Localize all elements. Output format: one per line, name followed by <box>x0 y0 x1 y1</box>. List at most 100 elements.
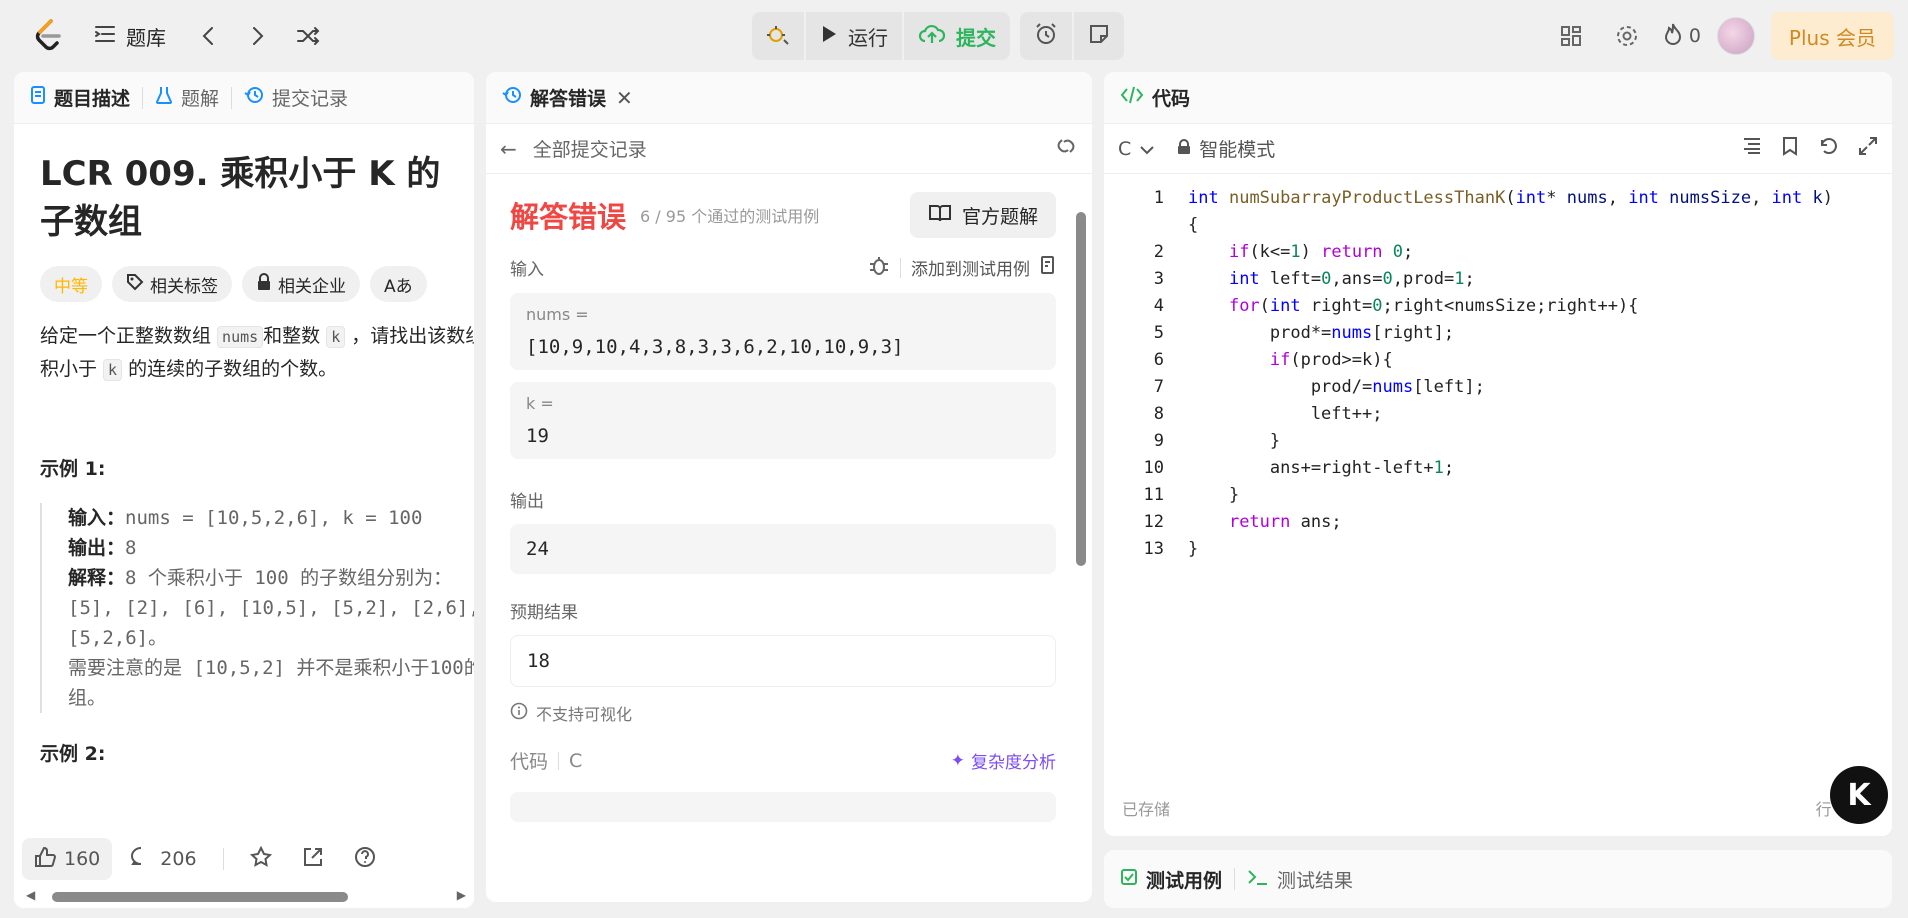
tab-code-label: 代码 <box>1152 88 1191 110</box>
code-tab-header: 代码 <box>1104 72 1892 124</box>
layout-grid-icon[interactable] <box>1551 16 1591 56</box>
tag-icon <box>126 273 144 296</box>
next-problem-icon[interactable] <box>238 16 278 56</box>
desc-text: 给定一个正整数数组 <box>40 325 218 347</box>
code-brackets-icon <box>1120 85 1144 110</box>
scroll-left-icon[interactable]: ◀ <box>26 888 35 902</box>
comments-button[interactable]: 206 <box>118 846 208 873</box>
complexity-analysis-button[interactable]: ✦ 复杂度分析 <box>951 748 1056 774</box>
link-icon[interactable] <box>1054 136 1078 161</box>
note-icon <box>1088 23 1110 50</box>
assistant-k-icon[interactable]: K <box>1830 766 1888 824</box>
scroll-right-icon[interactable]: ▶ <box>457 888 466 902</box>
shuffle-icon[interactable] <box>288 16 328 56</box>
line-number: 12 <box>1143 512 1164 532</box>
bookmark-icon[interactable] <box>1782 136 1798 161</box>
timer-button[interactable] <box>1020 12 1072 60</box>
official-solution-button[interactable]: 官方题解 <box>909 192 1056 238</box>
terminal-icon <box>1247 868 1269 891</box>
submit-button[interactable]: 提交 <box>904 12 1010 60</box>
share-button[interactable] <box>290 846 336 873</box>
tab-test-results[interactable]: 测试结果 <box>1247 866 1353 893</box>
desc-text: ，请找出该数组内乘 <box>351 325 474 347</box>
expected-label: 预期结果 <box>510 603 578 623</box>
document-icon <box>30 85 46 110</box>
tab-description[interactable]: 题目描述 <box>30 84 130 111</box>
output-box: 24 <box>510 524 1056 574</box>
line-number: 4 <box>1153 296 1164 316</box>
related-companies-button[interactable]: 相关企业 <box>242 266 360 302</box>
back-bar: ← 全部提交记录 <box>486 124 1092 174</box>
plus-membership-button[interactable]: Plus 会员 <box>1770 12 1894 60</box>
debug-bug-icon <box>766 22 790 51</box>
back-arrow-icon[interactable]: ← <box>500 137 517 161</box>
scrollbar-thumb[interactable] <box>52 892 348 902</box>
tab-test-results-label: 测试结果 <box>1277 869 1354 892</box>
difficulty-badge[interactable]: 中等 <box>40 266 102 302</box>
tab-submissions[interactable]: 提交记录 <box>244 84 348 111</box>
help-button[interactable] <box>342 846 388 873</box>
line-number: 1 <box>1153 188 1164 208</box>
notes-button[interactable] <box>1074 12 1124 60</box>
run-button[interactable]: 运行 <box>806 12 902 60</box>
tab-solutions[interactable]: 题解 <box>155 84 219 111</box>
all-submissions-link[interactable]: 全部提交记录 <box>533 135 647 162</box>
vertical-scrollbar[interactable] <box>1076 190 1086 890</box>
expected-value: 18 <box>527 650 550 672</box>
saved-status: 已存储 <box>1122 800 1171 819</box>
code-editor-panel: 代码 C 智能模式 1 int numSubarrayProductLessTh… <box>1104 72 1892 836</box>
example-explain-text: [5], [2], [6], [10,5], [5,2], [2,6], [5,… <box>68 597 474 619</box>
related-tags-label: 相关标签 <box>150 276 218 297</box>
complexity-label: 复杂度分析 <box>971 753 1056 773</box>
example-note-text: 需要注意的是 [10,5,2] 并不是乘积小于100的子数 <box>68 657 474 679</box>
format-align-icon[interactable] <box>1742 136 1762 161</box>
flask-icon <box>155 85 173 110</box>
debug-bug-icon[interactable] <box>868 254 890 281</box>
code-line: prod/=nums[left]; <box>1188 377 1485 397</box>
related-tags-button[interactable]: 相关标签 <box>112 266 232 302</box>
testcase-panel: 测试用例 测试结果 <box>1104 850 1892 908</box>
prev-problem-icon[interactable] <box>188 16 228 56</box>
star-icon <box>249 845 272 873</box>
reset-icon[interactable] <box>1818 136 1838 161</box>
book-icon <box>928 203 952 228</box>
passed-count: 6 / 95 个通过的测试用例 <box>640 207 820 226</box>
streak-counter[interactable]: 0 <box>1663 22 1701 51</box>
fullscreen-icon[interactable] <box>1858 136 1878 161</box>
tab-testcases[interactable]: 测试用例 <box>1120 866 1222 893</box>
like-button[interactable]: 160 <box>22 838 113 880</box>
code-label: 代码 <box>510 751 549 773</box>
example-1-heading: 示例 1: <box>40 458 106 480</box>
history-icon <box>502 85 522 110</box>
leetcode-logo-icon[interactable] <box>30 18 66 54</box>
thumbs-up-icon <box>34 846 57 873</box>
input-label: 输入 <box>510 260 544 280</box>
tab-code[interactable]: 代码 <box>1120 84 1190 111</box>
smart-mode-toggle[interactable]: 智能模式 <box>1199 135 1275 162</box>
line-number: 10 <box>1143 458 1164 478</box>
alarm-clock-icon <box>1034 22 1058 51</box>
favorite-button[interactable] <box>238 845 284 873</box>
example-note-text: 组。 <box>68 687 107 709</box>
settings-gear-icon[interactable] <box>1607 16 1647 56</box>
tab-wrong-answer[interactable]: 解答错误 <box>502 84 606 111</box>
add-to-testcase-button[interactable]: 添加到测试用例 <box>911 255 1030 280</box>
code-line: if(prod>=k){ <box>1269 350 1393 370</box>
language-select[interactable]: C <box>1118 138 1131 160</box>
desc-text: 积小于 <box>40 358 104 380</box>
scrollbar-thumb[interactable] <box>1076 212 1086 566</box>
inline-code: nums <box>217 326 264 348</box>
close-icon[interactable]: ✕ <box>616 86 633 110</box>
chevron-down-icon[interactable] <box>1139 138 1155 160</box>
avatar[interactable] <box>1716 17 1755 55</box>
problem-list-button[interactable]: 题库 <box>94 22 166 51</box>
play-icon <box>820 24 838 49</box>
example-output-value: 8 <box>125 537 137 559</box>
horizontal-scrollbar[interactable]: ◀ ▶ <box>26 888 466 904</box>
code-editor[interactable]: 1 int numSubarrayProductLessThanK(int* n… <box>1104 174 1892 784</box>
like-count: 160 <box>64 848 101 870</box>
add-doc-icon <box>1040 255 1056 280</box>
line-number: 7 <box>1153 377 1164 397</box>
debug-button[interactable] <box>752 12 804 60</box>
translate-button[interactable]: Aあ <box>370 266 427 302</box>
